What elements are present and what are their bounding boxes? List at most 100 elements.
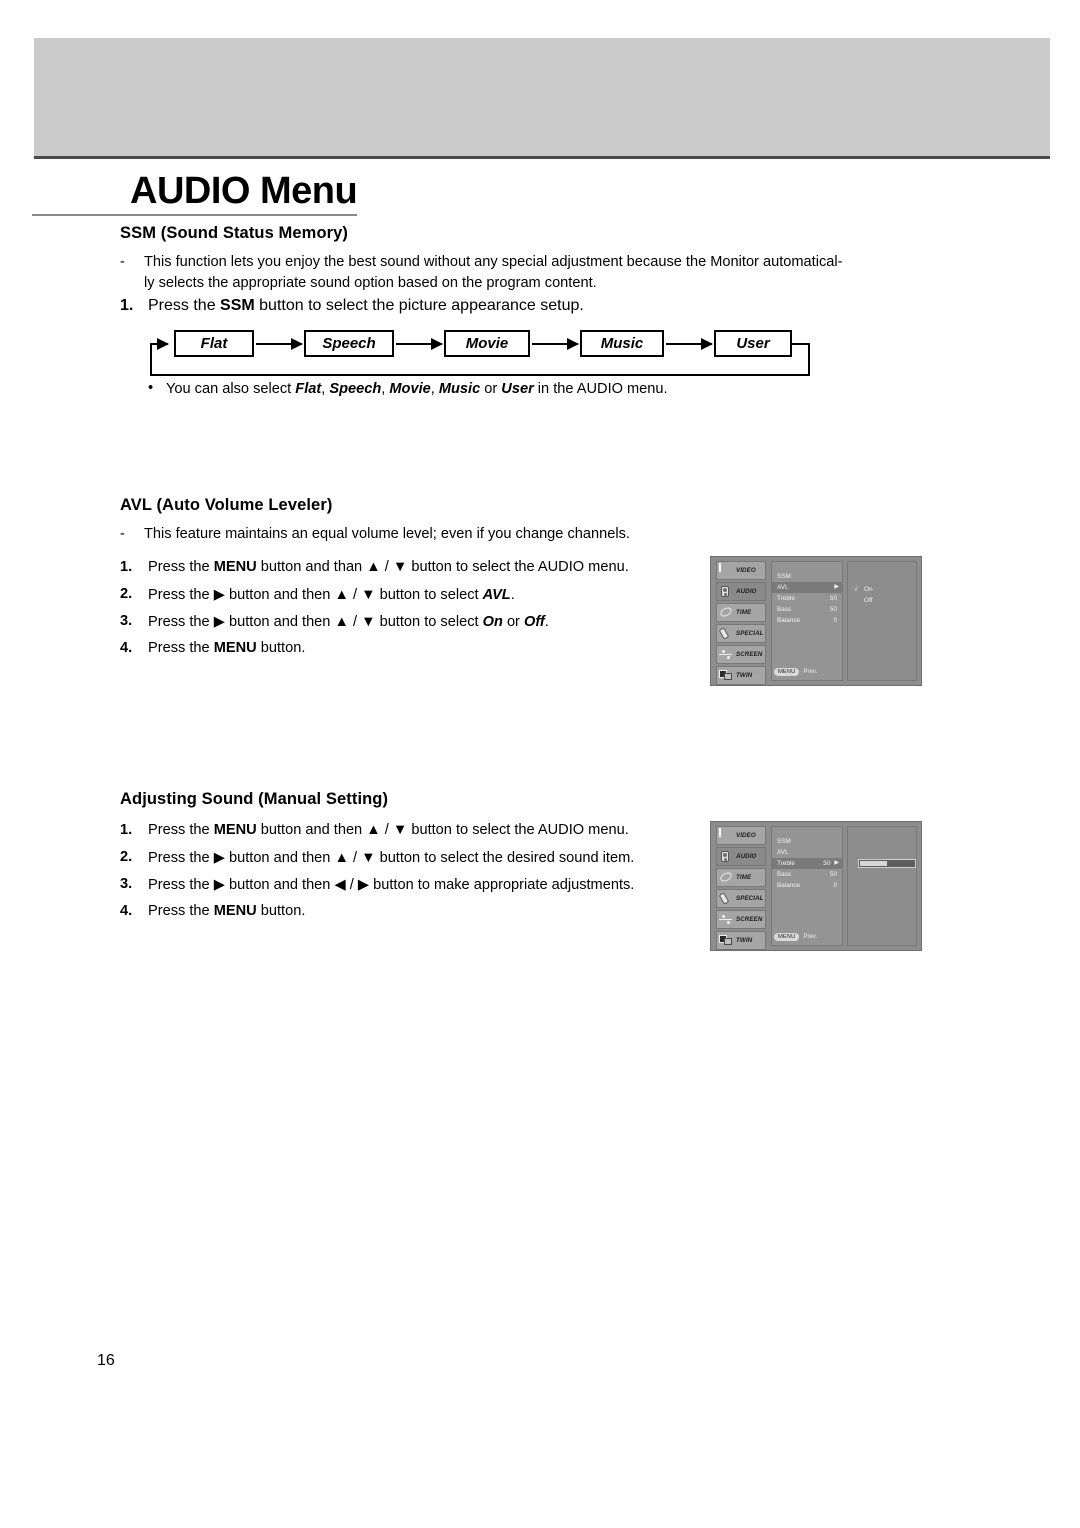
osd-menu-value: 50 <box>829 871 837 878</box>
osd-sidebar-item-twin[interactable]: TWIN <box>716 666 766 685</box>
step-number: 1. <box>120 822 133 838</box>
osd-option-panel: √ On Off <box>847 561 917 681</box>
step-number: 3. <box>120 613 133 629</box>
osd-menu-item-treble[interactable]: Treble 50 ▶ <box>772 858 842 869</box>
adjusting-steps: 1. Press the MENU button and then ▲ / ▼ … <box>120 822 634 930</box>
step-bold: MENU <box>213 559 257 575</box>
ssm-note-sep-or: or <box>480 381 502 397</box>
video-icon <box>719 828 733 842</box>
step-text-pre: Press the <box>148 297 221 314</box>
treble-slider-fill <box>860 861 887 866</box>
ssm-note-item-movie: Movie <box>389 381 431 397</box>
avl-description: - This feature maintains an equal volume… <box>120 524 740 545</box>
osd-menu-value: 50 <box>823 860 831 867</box>
step-text: Press the <box>148 559 214 575</box>
osd-screenshot-avl: VIDEO AUDIO TIME SPECIAL SCREEN TWIN SSM <box>710 556 922 686</box>
osd-footer: MENU Prev. <box>774 667 840 677</box>
osd-menu-item-treble[interactable]: Treble 50 <box>772 593 842 604</box>
osd-sidebar-label: TWIN <box>736 672 753 679</box>
osd-menu-item-ssm[interactable]: SSM <box>772 571 842 582</box>
flow-arrow-3 <box>532 338 579 350</box>
flow-box-user[interactable]: User <box>714 330 792 357</box>
step-italic-off: Off <box>523 614 545 630</box>
flow-loop-bottom-segment <box>150 374 810 376</box>
osd-sidebar-label: TIME <box>736 874 752 881</box>
osd-menu-item-avl[interactable]: AVL ▶ <box>772 582 842 593</box>
osd-sidebar-item-audio[interactable]: AUDIO <box>716 847 766 866</box>
osd-menu-item-balance[interactable]: Balance 0 <box>772 880 842 891</box>
checkmark-icon: √ <box>854 586 858 593</box>
osd-menu-item-avl[interactable]: AVL <box>772 847 842 858</box>
ssm-note-sep-3: , <box>430 381 439 397</box>
adjusting-step-1: 1. Press the MENU button and then ▲ / ▼ … <box>120 822 634 849</box>
step-text-or: or <box>502 614 524 630</box>
avl-step-3: 3. Press the ▶ button and then ▲ / ▼ but… <box>120 613 629 640</box>
osd-sidebar-item-video[interactable]: VIDEO <box>716 561 766 580</box>
osd-menu-label: Balance <box>777 882 801 889</box>
osd-sidebar-label: SCREEN <box>736 651 763 658</box>
ssm-flow-diagram: Flat Speech Movie Music User <box>148 330 820 378</box>
step-text-bold: SSM <box>220 297 255 314</box>
twin-window-icon <box>719 934 733 947</box>
osd-menu-item-bass[interactable]: Bass 50 <box>772 604 842 615</box>
osd-menu-label: SSM <box>777 573 791 580</box>
osd-sidebar-item-time[interactable]: TIME <box>716 603 766 622</box>
osd-menu-label: Balance <box>777 617 801 624</box>
osd-sidebar-label: TWIN <box>736 937 753 944</box>
osd-sidebar: VIDEO AUDIO TIME SPECIAL SCREEN TWIN <box>716 561 766 685</box>
osd-menu-label: AVL <box>777 849 789 856</box>
step-number: 4. <box>120 640 133 656</box>
osd-sidebar-item-audio[interactable]: AUDIO <box>716 582 766 601</box>
dash-marker: - <box>120 254 125 270</box>
chevron-right-icon: ▶ <box>834 860 839 866</box>
osd-option-off[interactable]: Off <box>848 595 916 606</box>
osd-prev-label: Prev. <box>803 934 818 940</box>
step-number: 2. <box>120 849 133 865</box>
osd-prev-label: Prev. <box>803 669 818 675</box>
osd-menu-list: SSM AVL Treble 50 ▶ Bass 50 Balance 0 ME… <box>771 826 843 946</box>
avl-step-1: 1. Press the MENU button and than ▲ / ▼ … <box>120 559 629 586</box>
osd-sidebar-label: SCREEN <box>736 916 763 923</box>
treble-slider[interactable] <box>858 859 916 868</box>
osd-sidebar-item-twin[interactable]: TWIN <box>716 931 766 950</box>
page-number: 16 <box>97 1352 115 1369</box>
osd-sidebar-item-video[interactable]: VIDEO <box>716 826 766 845</box>
osd-menu-button[interactable]: MENU <box>774 668 800 676</box>
flow-box-music[interactable]: Music <box>580 330 664 357</box>
osd-sidebar-item-special[interactable]: SPECIAL <box>716 889 766 908</box>
osd-option-on[interactable]: √ On <box>848 584 916 595</box>
step-bold: MENU <box>213 903 257 919</box>
step-italic-on: On <box>482 614 503 630</box>
osd-sidebar-item-screen[interactable]: SCREEN <box>716 645 766 664</box>
adjusting-step-2: 2. Press the ▶ button and then ▲ / ▼ but… <box>120 849 634 876</box>
flow-tail-segment <box>792 343 810 345</box>
osd-menu-item-bass[interactable]: Bass 50 <box>772 869 842 880</box>
osd-menu-item-balance[interactable]: Balance 0 <box>772 615 842 626</box>
step-text: Press the ▶ button and then ▲ / ▼ button… <box>148 587 483 603</box>
video-icon <box>719 563 733 577</box>
flow-box-flat[interactable]: Flat <box>174 330 254 357</box>
ssm-description: - This function lets you enjoy the best … <box>120 252 860 293</box>
avl-step-4: 4. Press the MENU button. <box>120 640 629 667</box>
step-text-2: button. <box>256 640 306 656</box>
step-bold: MENU <box>213 822 257 838</box>
osd-menu-button[interactable]: MENU <box>774 933 800 941</box>
chevron-right-icon: ▶ <box>834 584 839 590</box>
ssm-note: • You can also select Flat, Speech, Movi… <box>148 380 668 397</box>
osd-sidebar-item-time[interactable]: TIME <box>716 868 766 887</box>
osd-menu-label: Bass <box>777 606 792 613</box>
osd-menu-item-ssm[interactable]: SSM <box>772 836 842 847</box>
step-text-post: button to select the picture appearance … <box>254 297 584 314</box>
screen-adjust-icon <box>719 913 733 926</box>
ssm-step-1: 1. Press the SSM button to select the pi… <box>120 297 720 324</box>
osd-menu-label: Treble <box>777 860 795 867</box>
step-text: Press the ▶ button and then ▲ / ▼ button… <box>148 850 635 866</box>
osd-sidebar-item-screen[interactable]: SCREEN <box>716 910 766 929</box>
flow-box-speech[interactable]: Speech <box>304 330 394 357</box>
flow-box-movie[interactable]: Movie <box>444 330 530 357</box>
step-text-2: button and than ▲ / ▼ button to select t… <box>256 559 629 575</box>
title-underline <box>32 214 357 216</box>
section-heading-adjusting-sound: Adjusting Sound (Manual Setting) <box>120 790 389 808</box>
osd-sidebar-item-special[interactable]: SPECIAL <box>716 624 766 643</box>
flow-arrow-1 <box>256 338 303 350</box>
